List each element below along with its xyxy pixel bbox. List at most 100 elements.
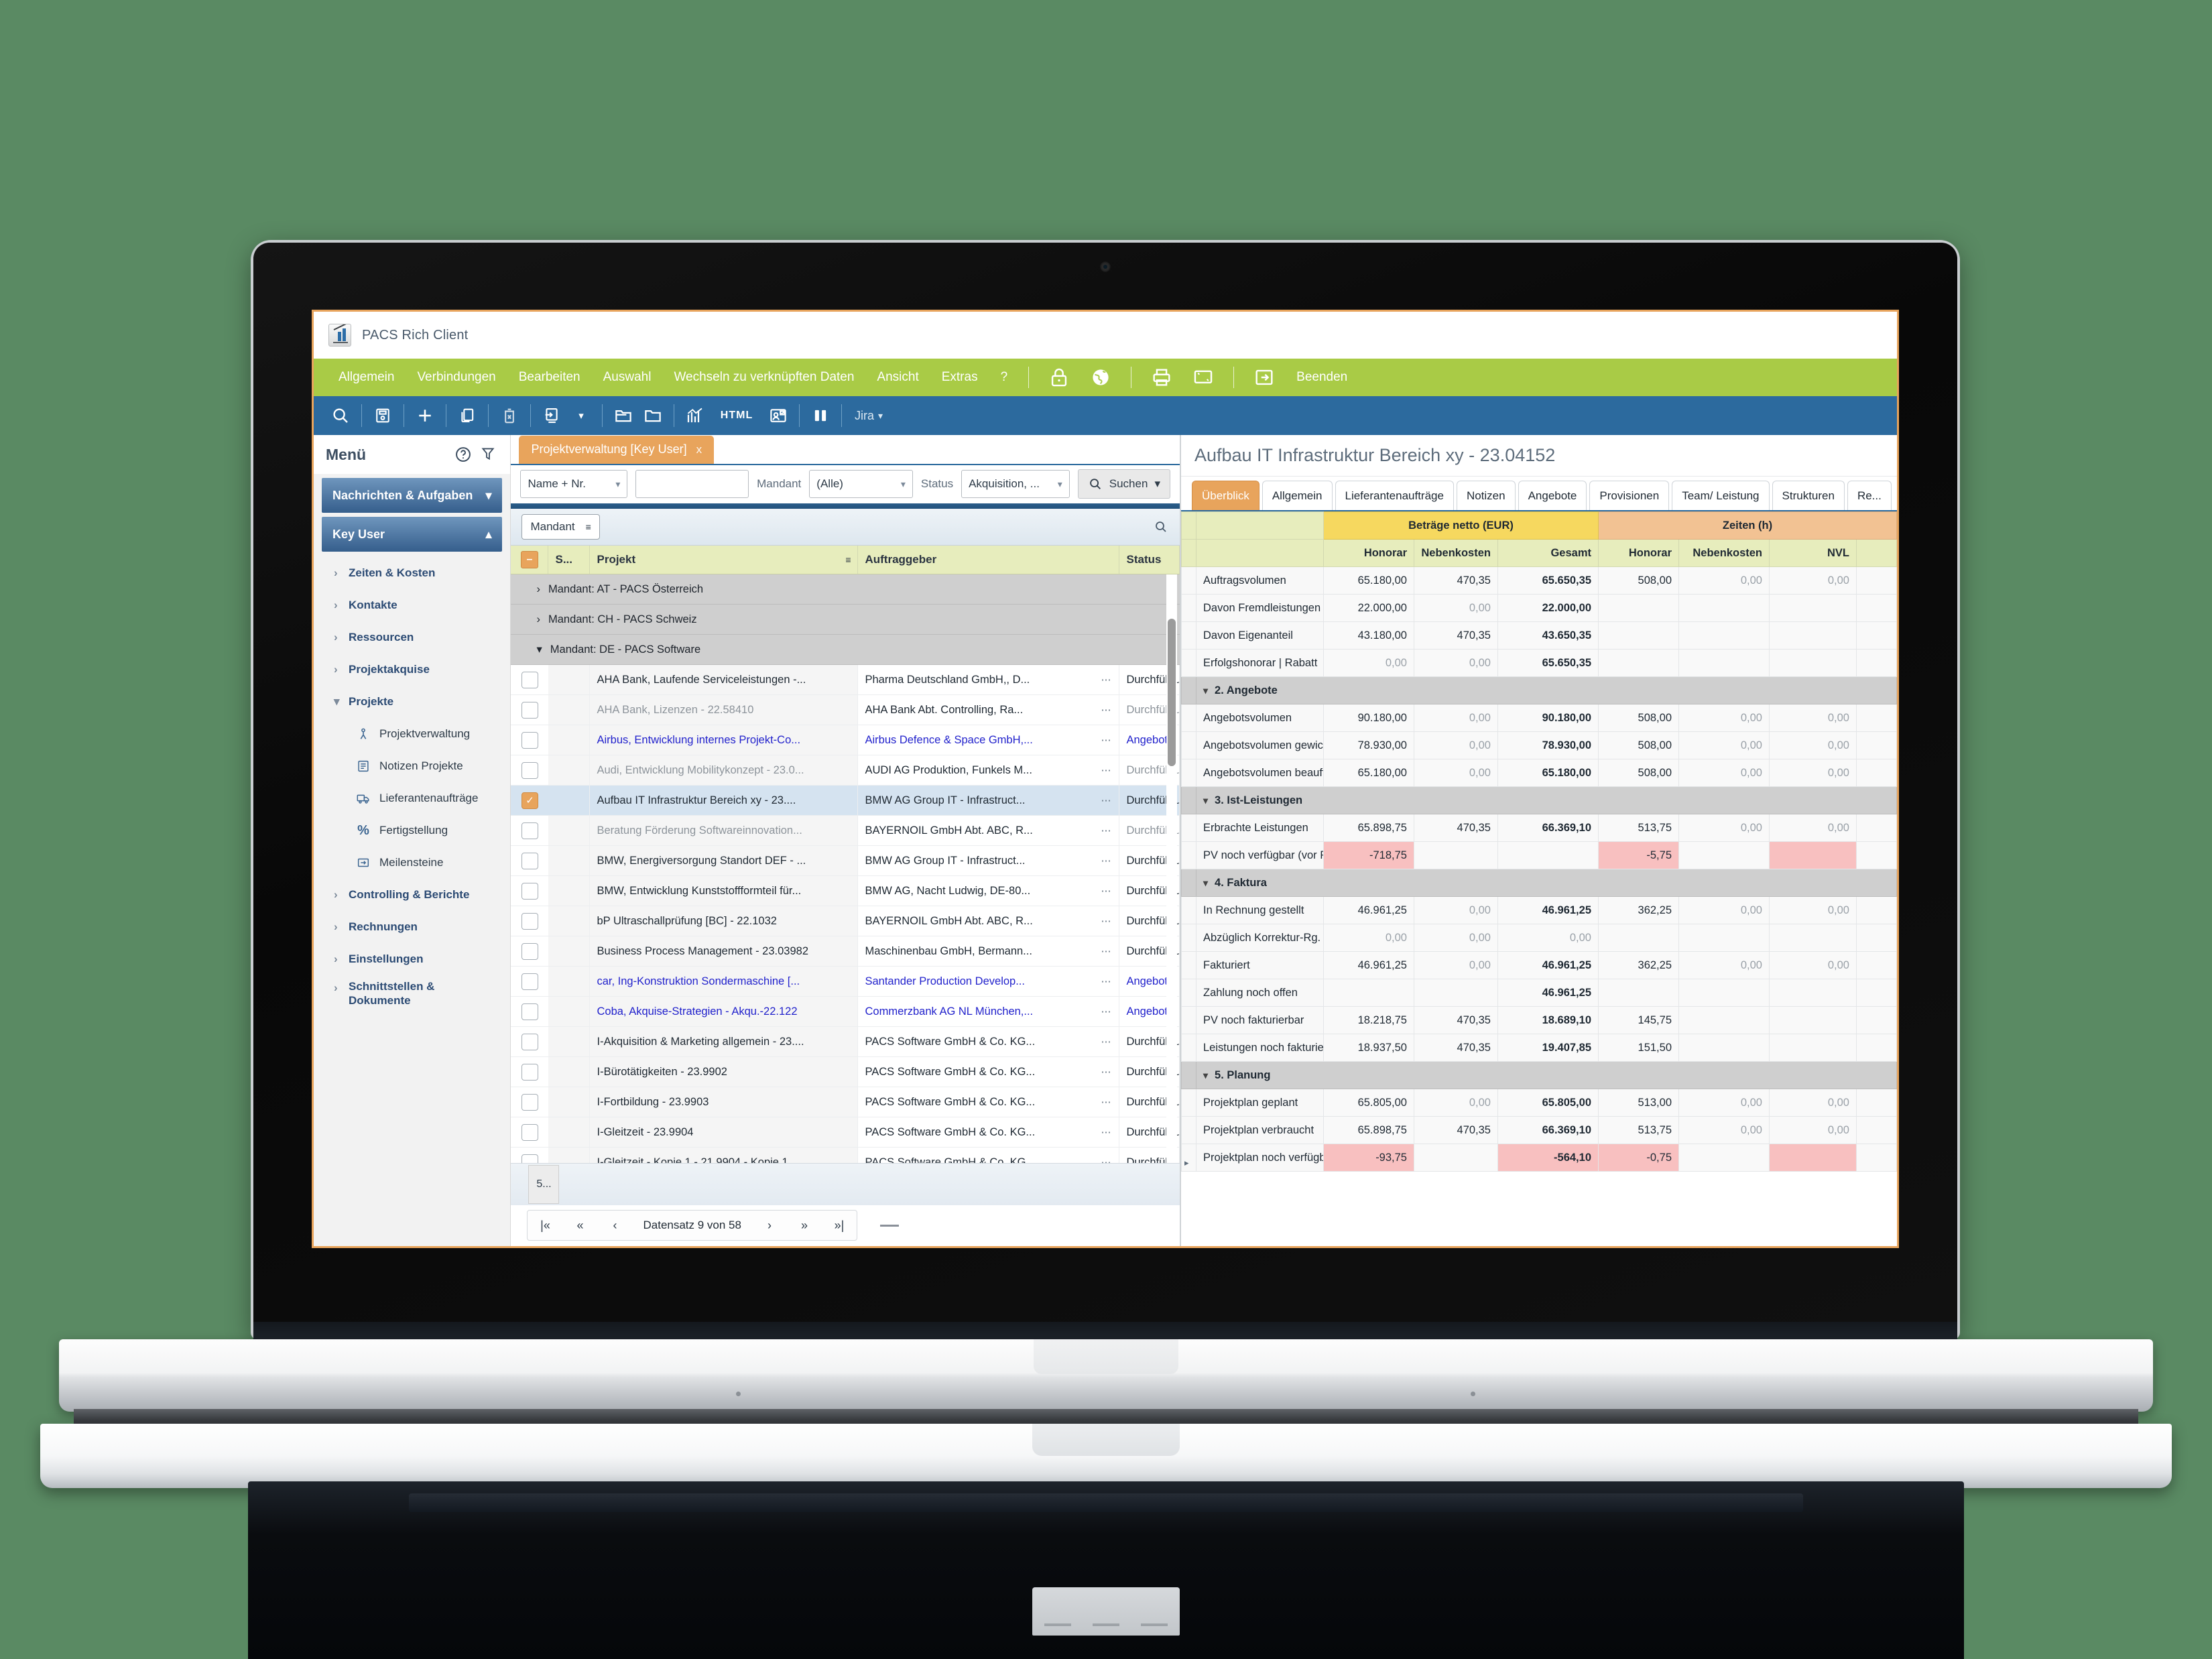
row-checkbox[interactable] bbox=[511, 755, 548, 785]
row-checkbox[interactable] bbox=[511, 1148, 548, 1163]
row-checkbox[interactable] bbox=[511, 665, 548, 694]
row-more-icon[interactable]: ⋯ bbox=[1101, 1156, 1112, 1162]
pager-prev-button[interactable]: ‹ bbox=[597, 1219, 632, 1233]
html-icon[interactable]: HTML bbox=[710, 402, 763, 429]
row-checkbox[interactable] bbox=[511, 695, 548, 725]
sidebar-item-notizen-projekte[interactable]: Notizen Projekte bbox=[314, 750, 510, 782]
tab-provisionen[interactable]: Provisionen bbox=[1589, 481, 1670, 510]
table-row[interactable]: AHA Bank, Lizenzen - 22.58410 AHA Bank A… bbox=[511, 695, 1180, 726]
section-row-ist-leistungen[interactable]: ▾ 3. Ist-Leistungen bbox=[1180, 786, 1897, 814]
sidebar-item-projekte[interactable]: ▾ Projekte bbox=[314, 686, 510, 718]
sidebar-item-meilensteine[interactable]: Meilensteine bbox=[314, 847, 510, 879]
row-expander-cell[interactable]: ▸ bbox=[1180, 1144, 1196, 1172]
pager-last-button[interactable]: »| bbox=[822, 1219, 857, 1233]
row-checkbox[interactable] bbox=[511, 816, 548, 845]
row-checkbox[interactable]: ✓ bbox=[511, 786, 548, 815]
section-row-planung[interactable]: ▾ 5. Planung bbox=[1180, 1061, 1897, 1089]
grouping-chip-mandant[interactable]: Mandant ≡ bbox=[521, 514, 600, 540]
chevron-down-icon-import[interactable]: ▾ bbox=[566, 402, 596, 429]
section-row-faktura[interactable]: ▾ 4. Faktura bbox=[1180, 869, 1897, 897]
table-row[interactable]: I-Gleitzeit - Kopie 1 - 21.9904 - Kopie … bbox=[511, 1148, 1180, 1163]
menu-item-beenden[interactable]: Beenden bbox=[1285, 359, 1359, 396]
copy-icon[interactable] bbox=[452, 402, 482, 429]
column-header-s[interactable]: S... bbox=[548, 546, 591, 574]
sidebar-group-keyuser[interactable]: Key User ▴ bbox=[322, 517, 503, 552]
sidebar-item-projektakquise[interactable]: › Projektakquise bbox=[314, 654, 510, 686]
menu-item-extras[interactable]: Extras bbox=[930, 359, 989, 396]
search-input[interactable] bbox=[635, 470, 749, 499]
sidebar-item-ressourcen[interactable]: › Ressourcen bbox=[314, 621, 510, 654]
data-row[interactable]: In Rechnung gestellt 46.961,25 0,00 46.9… bbox=[1180, 896, 1897, 924]
sidebar-item-rechnungen[interactable]: › Rechnungen bbox=[314, 911, 510, 943]
row-checkbox[interactable] bbox=[511, 725, 548, 755]
row-checkbox[interactable] bbox=[511, 967, 548, 996]
pin-icon[interactable] bbox=[479, 445, 498, 464]
table-row[interactable]: Beratung Förderung Softwareinnovation...… bbox=[511, 816, 1180, 847]
search-icon[interactable] bbox=[326, 402, 355, 429]
sidebar-item-einstellungen[interactable]: › Einstellungen bbox=[314, 943, 510, 975]
row-more-icon[interactable]: ⋯ bbox=[1101, 1005, 1112, 1018]
pager-first-button[interactable]: |« bbox=[528, 1219, 562, 1233]
row-more-icon[interactable]: ⋯ bbox=[1101, 885, 1112, 897]
jira-dropdown[interactable]: Jira ▾ bbox=[855, 409, 883, 423]
data-row[interactable]: Leistungen noch fakturier... 18.937,50 4… bbox=[1180, 1034, 1897, 1062]
row-more-icon[interactable]: ⋯ bbox=[1101, 945, 1112, 957]
row-checkbox[interactable] bbox=[511, 997, 548, 1026]
contact-card-icon[interactable] bbox=[763, 402, 793, 429]
tab-ueberblick[interactable]: Überblick bbox=[1191, 481, 1259, 510]
row-more-icon[interactable]: ⋯ bbox=[1101, 764, 1112, 776]
data-row-negative[interactable]: ▸ Projektplan noch verfügbar -93,75 -564… bbox=[1180, 1144, 1897, 1172]
save-icon[interactable] bbox=[368, 402, 397, 429]
lock-icon[interactable] bbox=[1048, 366, 1070, 389]
tab-lieferantenauftraege[interactable]: Lieferantenaufträge bbox=[1335, 481, 1454, 510]
sidebar-item-controlling-berichte[interactable]: › Controlling & Berichte bbox=[314, 879, 510, 911]
data-row[interactable]: Angebotsvolumen gewicht... 78.930,00 0,0… bbox=[1180, 731, 1897, 759]
menu-item-allgemein[interactable]: Allgemein bbox=[327, 359, 406, 396]
data-row[interactable]: Projektplan verbraucht 65.898,75 470,35 … bbox=[1180, 1116, 1897, 1144]
group-row-ch[interactable]: › Mandant: CH - PACS Schweiz bbox=[511, 605, 1180, 635]
search-button[interactable]: Suchen ▾ bbox=[1077, 469, 1170, 499]
data-row[interactable]: Projektplan geplant 65.805,00 0,00 65.80… bbox=[1180, 1089, 1897, 1117]
chart-icon[interactable] bbox=[680, 402, 710, 429]
tab-projektverwaltung[interactable]: Projektverwaltung [Key User] x bbox=[519, 435, 715, 464]
col-gesamt-eur[interactable]: Gesamt bbox=[1497, 539, 1599, 567]
menu-item-verbindungen[interactable]: Verbindungen bbox=[406, 359, 507, 396]
sidebar-item-kontakte[interactable]: › Kontakte bbox=[314, 589, 510, 621]
row-more-icon[interactable]: ⋯ bbox=[1101, 915, 1112, 927]
row-checkbox[interactable] bbox=[511, 1027, 548, 1056]
columns-icon[interactable] bbox=[806, 402, 835, 429]
sidebar-item-fertigstellung[interactable]: % Fertigstellung bbox=[314, 814, 510, 847]
data-row[interactable]: Zahlung noch offen 46.961,25 bbox=[1180, 979, 1897, 1007]
row-more-icon[interactable]: ⋯ bbox=[1101, 1036, 1112, 1048]
open-folder-icon[interactable] bbox=[609, 402, 638, 429]
select-all-checkbox[interactable]: – bbox=[511, 546, 549, 574]
group-row-at[interactable]: › Mandant: AT - PACS Österreich bbox=[511, 574, 1180, 605]
data-row[interactable]: Davon Eigenanteil 43.180,00 470,35 43.65… bbox=[1180, 621, 1897, 650]
row-more-icon[interactable]: ⋯ bbox=[1101, 674, 1112, 686]
pager-next-fast-button[interactable]: » bbox=[787, 1219, 822, 1233]
tab-team-leistung[interactable]: Team/ Leistung bbox=[1672, 481, 1770, 510]
plus-icon[interactable] bbox=[410, 402, 440, 429]
status-select[interactable]: Akquisition, ... ▾ bbox=[961, 470, 1070, 499]
column-header-projekt[interactable]: Projekt ≡ bbox=[590, 546, 859, 574]
sidebar-item-lieferantenauftraege[interactable]: Lieferantenaufträge bbox=[314, 782, 510, 814]
table-row[interactable]: BMW, Entwicklung Kunststoffformteil für.… bbox=[511, 876, 1180, 907]
screen-icon[interactable] bbox=[1192, 366, 1215, 389]
row-more-icon[interactable]: ⋯ bbox=[1101, 824, 1112, 837]
menu-item-auswahl[interactable]: Auswahl bbox=[592, 359, 663, 396]
data-row[interactable]: Erfolgshonorar | Rabatt 0,00 0,00 65.650… bbox=[1180, 649, 1897, 677]
menu-item-bearbeiten[interactable]: Bearbeiten bbox=[507, 359, 592, 396]
group-row-de[interactable]: ▾ Mandant: DE - PACS Software bbox=[511, 635, 1180, 666]
row-more-icon[interactable]: ⋯ bbox=[1101, 704, 1112, 716]
table-row[interactable]: Business Process Management - 23.03982 M… bbox=[511, 936, 1180, 967]
data-row[interactable]: Erbrachte Leistungen 65.898,75 470,35 66… bbox=[1180, 814, 1897, 842]
folder-icon[interactable] bbox=[638, 402, 668, 429]
row-more-icon[interactable]: ⋯ bbox=[1101, 794, 1112, 806]
row-checkbox[interactable] bbox=[511, 846, 548, 875]
row-more-icon[interactable]: ⋯ bbox=[1101, 734, 1112, 746]
field-select[interactable]: Name + Nr. ▾ bbox=[520, 470, 628, 499]
table-row[interactable]: bP Ultraschallprüfung [BC] - 22.1032 BAY… bbox=[511, 906, 1180, 937]
sidebar-item-projektverwaltung[interactable]: Projektverwaltung bbox=[314, 718, 510, 750]
table-row[interactable]: AHA Bank, Laufende Serviceleistungen -..… bbox=[511, 665, 1180, 696]
col-nvl-h[interactable]: NVL bbox=[1769, 539, 1857, 567]
